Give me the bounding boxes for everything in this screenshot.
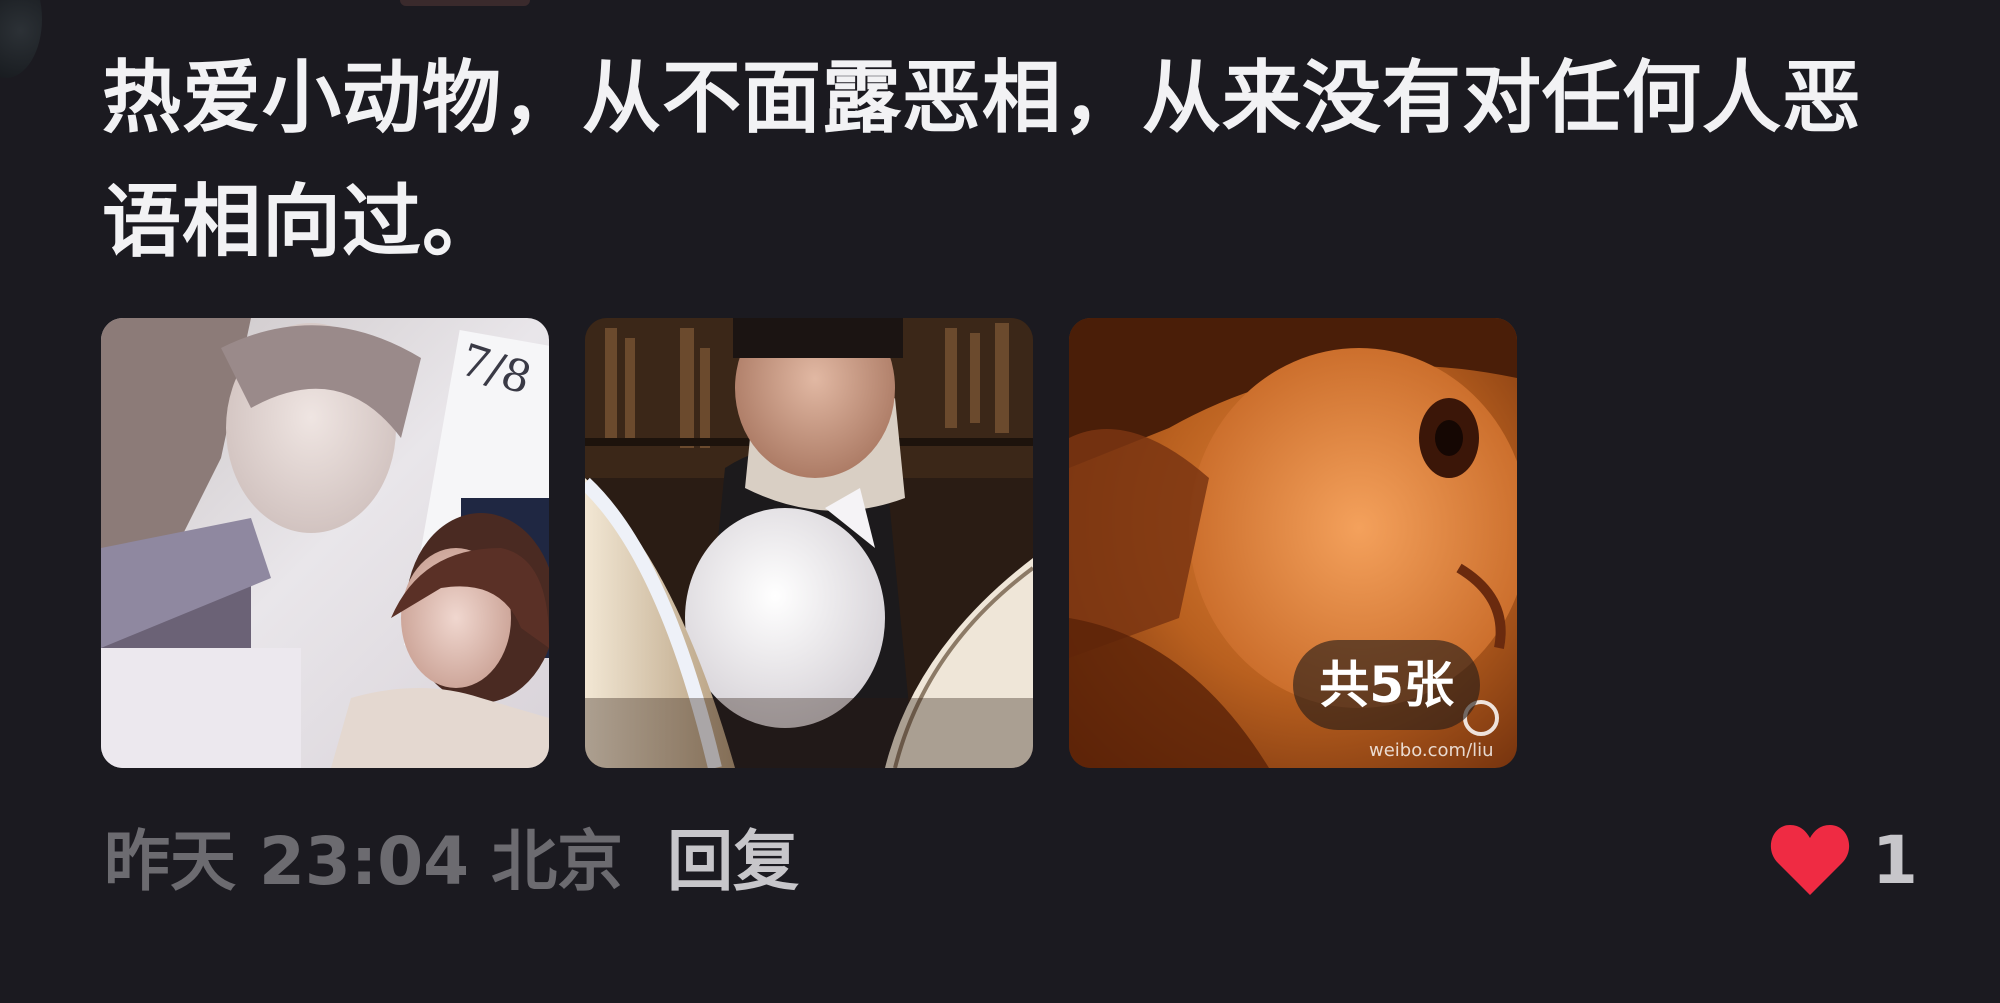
image-count-badge: 共5张	[1293, 640, 1480, 730]
watermark-text: weibo.com/liu	[1369, 740, 1494, 761]
reply-button[interactable]: 回复	[667, 808, 799, 904]
comment-image-3[interactable]: weibo.com/liu 共5张	[1069, 318, 1517, 768]
comment-image-1[interactable]: 7/8	[101, 318, 549, 768]
photo-1-image: 7/8	[101, 318, 549, 768]
comment-time: 昨天 23:04	[104, 823, 470, 900]
photo-2-image	[585, 318, 1033, 768]
like-button[interactable]: 1	[1770, 815, 1918, 905]
image-gallery: 7/8 weibo.com/liu 共5张	[101, 318, 1517, 768]
heart-icon	[1770, 825, 1850, 895]
comment-location: 北京	[491, 823, 624, 900]
comment-text: 热爱小动物，从不面露恶相，从来没有对任何人恶语相向过。	[102, 52, 1862, 268]
comment-image-2[interactable]	[585, 318, 1033, 768]
comment-item: 热爱小动物，从不面露恶相，从来没有对任何人恶语相向过。 7/8 weibo.co…	[0, 0, 2000, 1003]
avatar[interactable]	[0, 0, 42, 78]
top-divider	[400, 0, 530, 6]
comment-meta: 昨天 23:04 北京 回复	[104, 812, 799, 900]
like-count: 1	[1872, 821, 1918, 899]
